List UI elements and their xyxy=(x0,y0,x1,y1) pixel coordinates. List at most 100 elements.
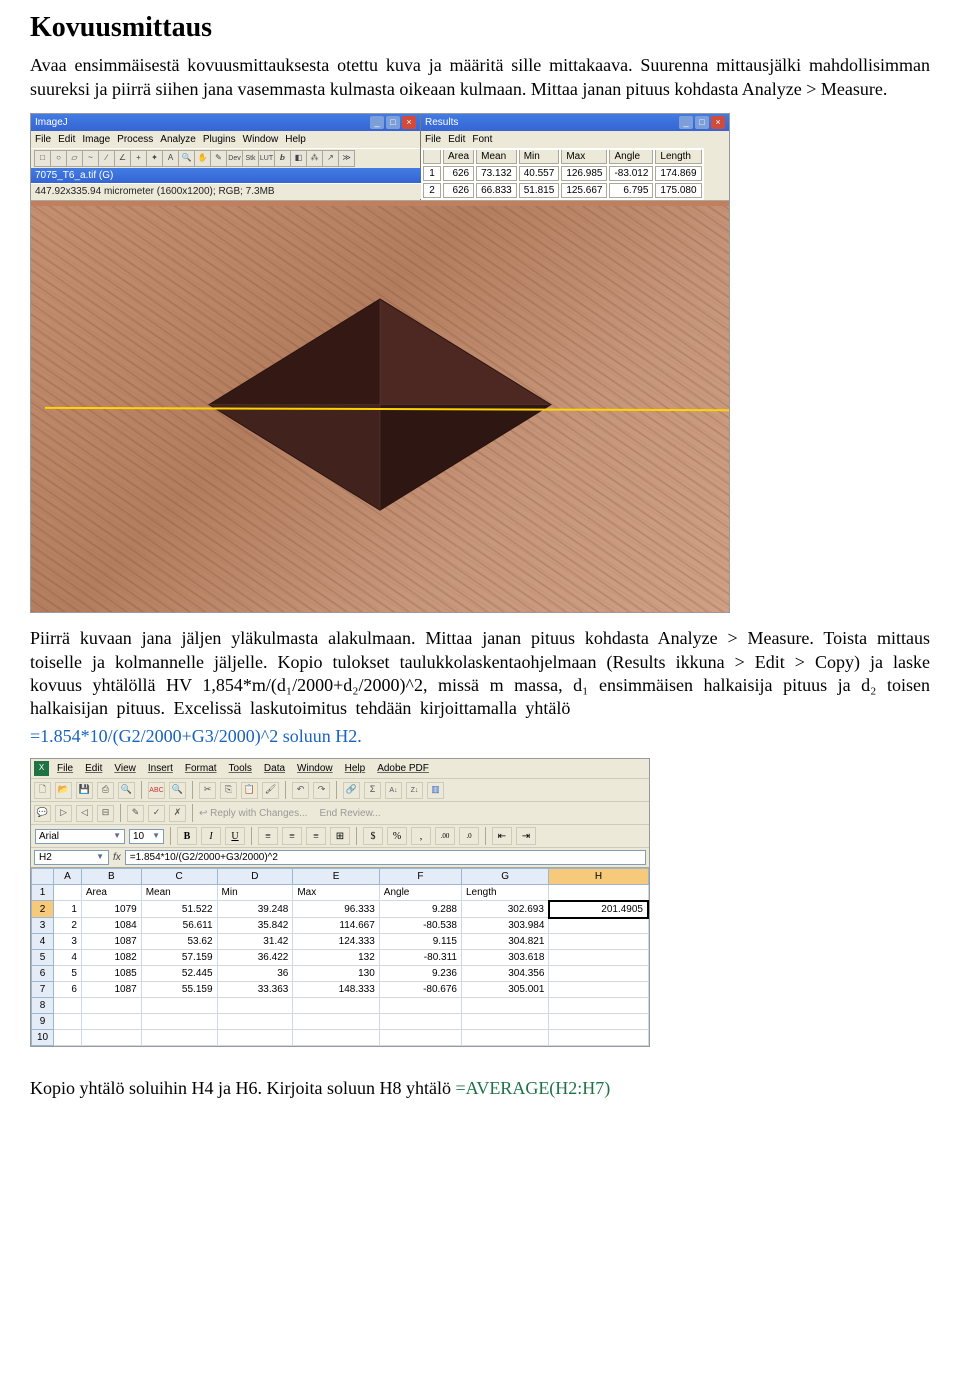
menu-help[interactable]: Help xyxy=(341,762,370,775)
data-row[interactable]: 54108257.15936.422132-80.311303.618 xyxy=(32,950,649,966)
percent-icon[interactable]: % xyxy=(387,827,407,845)
align-center-icon[interactable]: ≡ xyxy=(282,827,302,845)
tool-oval-icon[interactable]: ○ xyxy=(50,150,67,167)
increase-decimal-icon[interactable]: .00 xyxy=(435,827,455,845)
col-header[interactable]: B xyxy=(81,869,141,885)
sort-asc-icon[interactable]: A↓ xyxy=(385,782,402,799)
accept-icon[interactable]: ✓ xyxy=(148,805,165,822)
excel-review-toolbar[interactable]: 💬 ▷ ◁ ⊟ ✎ ✓ ✗ ↩ Reply with Changes... En… xyxy=(31,802,649,825)
open-icon[interactable]: 📂 xyxy=(55,782,72,799)
tool-more-icon[interactable]: ≫ xyxy=(338,150,355,167)
sort-desc-icon[interactable]: Z↓ xyxy=(406,782,423,799)
reject-icon[interactable]: ✗ xyxy=(169,805,186,822)
comment-icon[interactable]: 💬 xyxy=(34,805,51,822)
col-header[interactable]: F xyxy=(379,869,461,885)
menu-analyze[interactable]: Analyze xyxy=(160,133,196,146)
corner-cell[interactable] xyxy=(32,869,54,885)
print-icon[interactable]: ⎙ xyxy=(97,782,114,799)
tool-hand-icon[interactable]: ✋ xyxy=(194,150,211,167)
menu-window[interactable]: Window xyxy=(243,133,279,146)
spreadsheet-grid[interactable]: A B C D E F G H 1 AreaMeanMinMaxAngleLen… xyxy=(31,868,649,1046)
close-icon[interactable]: × xyxy=(402,116,416,129)
data-row[interactable]: 76108755.15933.363148.333-80.676305.001 xyxy=(32,982,649,998)
redo-icon[interactable]: ↷ xyxy=(313,782,330,799)
format-painter-icon[interactable]: 🖌 xyxy=(262,782,279,799)
menu-adobe[interactable]: Adobe PDF xyxy=(373,762,433,775)
minimize-icon[interactable]: _ xyxy=(679,116,693,129)
imagej-menu[interactable]: File Edit Image Process Analyze Plugins … xyxy=(31,131,420,148)
maximize-icon[interactable]: □ xyxy=(695,116,709,129)
menu-image[interactable]: Image xyxy=(82,133,110,146)
results-menu[interactable]: File Edit Font xyxy=(421,131,729,148)
align-left-icon[interactable]: ≡ xyxy=(258,827,278,845)
menu-help[interactable]: Help xyxy=(285,133,306,146)
italic-button[interactable]: I xyxy=(201,827,221,845)
paste-icon[interactable]: 📋 xyxy=(241,782,258,799)
data-row[interactable]: 43108753.6231.42124.3339.115304.821 xyxy=(32,934,649,950)
cut-icon[interactable]: ✂ xyxy=(199,782,216,799)
end-review-button[interactable]: End Review... xyxy=(319,807,380,820)
col-header[interactable]: D xyxy=(217,869,293,885)
close-icon[interactable]: × xyxy=(711,116,725,129)
maximize-icon[interactable]: □ xyxy=(386,116,400,129)
formula-input[interactable]: =1.854*10/(G2/2000+G3/2000)^2 xyxy=(125,850,646,865)
data-row[interactable]: 9 xyxy=(32,1014,649,1030)
prev-comment-icon[interactable]: ◁ xyxy=(76,805,93,822)
menu-view[interactable]: View xyxy=(110,762,140,775)
col-header[interactable]: G xyxy=(461,869,548,885)
col-header[interactable]: A xyxy=(54,869,82,885)
tool-angle-icon[interactable]: ∠ xyxy=(114,150,131,167)
excel-standard-toolbar[interactable]: 🗋 📂 💾 ⎙ 🔍 ABC 🔍 ✂ ⎘ 📋 🖌 ↶ ↷ 🔗 Σ A↓ Z↓ ▥ xyxy=(31,779,649,802)
undo-icon[interactable]: ↶ xyxy=(292,782,309,799)
tool-spray-icon[interactable]: ⁂ xyxy=(306,150,323,167)
tool-text-icon[interactable]: A xyxy=(162,150,179,167)
show-comments-icon[interactable]: ⊟ xyxy=(97,805,114,822)
tool-free-icon[interactable]: ~ xyxy=(82,150,99,167)
name-box[interactable]: H2▼ xyxy=(34,850,109,865)
menu-file[interactable]: File xyxy=(35,133,51,146)
menu-tools[interactable]: Tools xyxy=(225,762,256,775)
data-row[interactable]: 8 xyxy=(32,998,649,1014)
align-right-icon[interactable]: ≡ xyxy=(306,827,326,845)
excel-menu-bar[interactable]: X File Edit View Insert Format Tools Dat… xyxy=(31,759,649,779)
tool-zoom-icon[interactable]: 🔍 xyxy=(178,150,195,167)
underline-button[interactable]: U xyxy=(225,827,245,845)
font-name-select[interactable]: Arial▼ xyxy=(35,829,125,844)
menu-data[interactable]: Data xyxy=(260,762,289,775)
new-icon[interactable]: 🗋 xyxy=(34,782,51,799)
col-header[interactable]: E xyxy=(293,869,379,885)
data-row[interactable]: 32108456.61135.842114.667-80.538303.984 xyxy=(32,918,649,934)
tool-flood-icon[interactable]: ◧ xyxy=(290,150,307,167)
next-comment-icon[interactable]: ▷ xyxy=(55,805,72,822)
col-header-active[interactable]: H xyxy=(549,869,648,885)
fx-icon[interactable]: fx xyxy=(113,851,121,864)
menu-edit[interactable]: Edit xyxy=(81,762,106,775)
menu-edit[interactable]: Edit xyxy=(448,133,465,146)
minimize-icon[interactable]: _ xyxy=(370,116,384,129)
data-row[interactable]: 10 xyxy=(32,1030,649,1046)
decrease-decimal-icon[interactable]: .0 xyxy=(459,827,479,845)
formula-bar[interactable]: H2▼ fx =1.854*10/(G2/2000+G3/2000)^2 xyxy=(31,848,649,868)
copy-icon[interactable]: ⎘ xyxy=(220,782,237,799)
tool-wand-icon[interactable]: ✦ xyxy=(146,150,163,167)
font-size-select[interactable]: 10▼ xyxy=(129,829,164,844)
tool-dropper-icon[interactable]: ✎ xyxy=(210,150,227,167)
preview-icon[interactable]: 🔍 xyxy=(118,782,135,799)
tool-brush-icon[interactable]: 𝒃 xyxy=(274,150,291,167)
increase-indent-icon[interactable]: ⇥ xyxy=(516,827,536,845)
tool-lut-icon[interactable]: LUT xyxy=(258,150,275,167)
reply-changes-button[interactable]: ↩ Reply with Changes... xyxy=(199,807,307,820)
merge-icon[interactable]: ⊞ xyxy=(330,827,350,845)
decrease-indent-icon[interactable]: ⇤ xyxy=(492,827,512,845)
menu-edit[interactable]: Edit xyxy=(58,133,75,146)
excel-formatting-toolbar[interactable]: Arial▼ 10▼ B I U ≡ ≡ ≡ ⊞ $ % , .00 .0 ⇤ … xyxy=(31,825,649,848)
col-header[interactable]: C xyxy=(141,869,217,885)
bold-button[interactable]: B xyxy=(177,827,197,845)
link-icon[interactable]: 🔗 xyxy=(343,782,360,799)
menu-insert[interactable]: Insert xyxy=(144,762,177,775)
comma-icon[interactable]: , xyxy=(411,827,431,845)
data-row[interactable]: 65108552.445361309.236304.356 xyxy=(32,966,649,982)
chart-icon[interactable]: ▥ xyxy=(427,782,444,799)
data-row[interactable]: 2 1107951.52239.24896.3339.288302.693201… xyxy=(32,901,649,918)
tool-arrow-icon[interactable]: ↗ xyxy=(322,150,339,167)
